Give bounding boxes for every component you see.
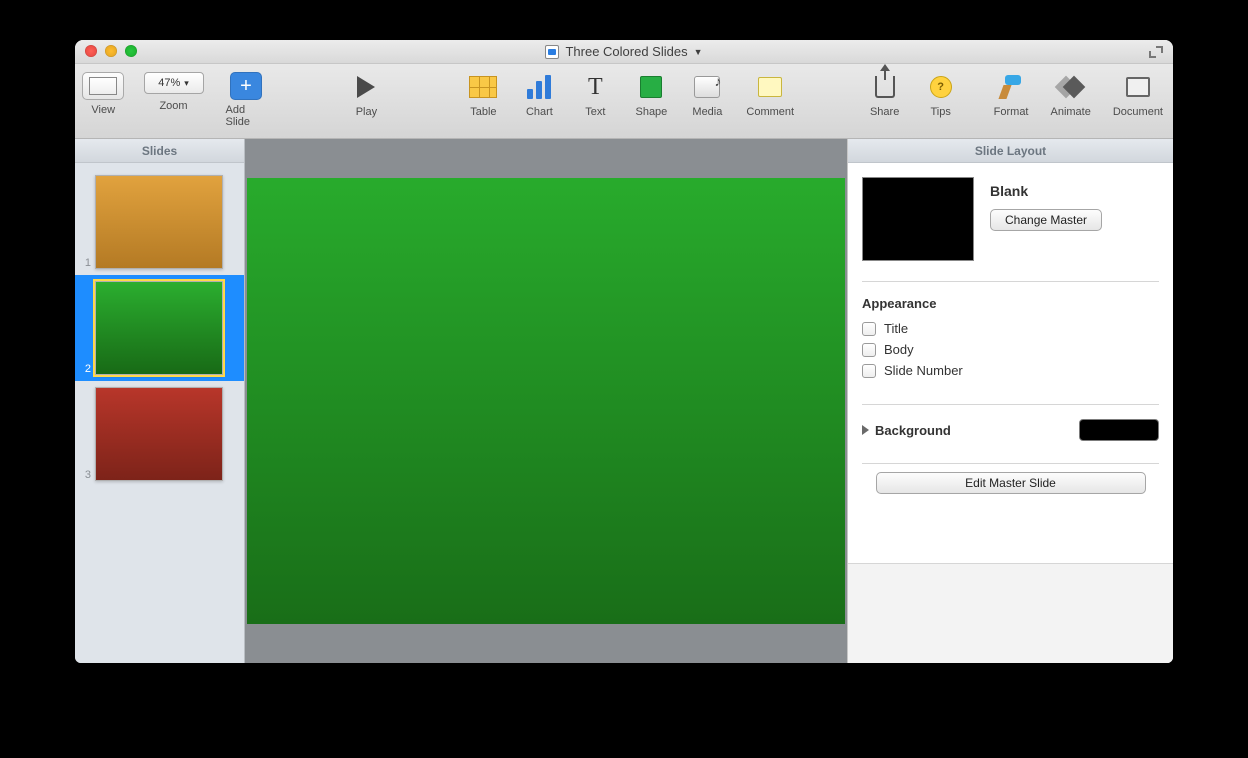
- appearance-label: Appearance: [862, 296, 1159, 311]
- current-slide[interactable]: [247, 178, 845, 624]
- play-button[interactable]: Play: [349, 72, 383, 118]
- checkbox-icon[interactable]: [862, 322, 876, 336]
- chevron-right-icon: [862, 425, 869, 435]
- document-button[interactable]: Document: [1113, 72, 1163, 118]
- background-section: Background: [862, 404, 1159, 441]
- view-button[interactable]: View: [85, 72, 122, 128]
- slide-number: 2: [79, 363, 91, 375]
- chart-icon: [523, 72, 555, 102]
- zoom-label: Zoom: [159, 100, 187, 112]
- appearance-section: Appearance Title Body Slide Number: [862, 281, 1159, 384]
- add-slide-button[interactable]: + Add Slide: [226, 72, 267, 128]
- slide-number: 1: [79, 257, 91, 269]
- share-icon: [869, 72, 901, 102]
- play-icon: [350, 72, 382, 102]
- play-label: Play: [356, 106, 377, 118]
- document-icon: [545, 45, 559, 59]
- toolbar: View 47% ▾ Zoom + Add Slide Play: [75, 64, 1173, 139]
- zoom-value: 47%: [158, 77, 180, 89]
- title-checkbox-row[interactable]: Title: [862, 321, 1159, 336]
- background-label: Background: [875, 423, 951, 438]
- body-check-label: Body: [884, 342, 914, 357]
- format-label: Format: [994, 106, 1029, 118]
- table-icon: [467, 72, 499, 102]
- window-controls: [85, 45, 137, 57]
- master-name: Blank: [990, 183, 1102, 199]
- plus-icon: +: [230, 72, 262, 100]
- app-window: Three Colored Slides ▼ View 47% ▾ Zoom +…: [75, 40, 1173, 663]
- animate-label: Animate: [1051, 106, 1091, 118]
- checkbox-icon[interactable]: [862, 343, 876, 357]
- media-label: Media: [692, 106, 722, 118]
- tips-button[interactable]: ? Tips: [924, 72, 958, 118]
- tips-label: Tips: [930, 106, 950, 118]
- titlebar: Three Colored Slides ▼: [75, 40, 1173, 64]
- chart-button[interactable]: Chart: [522, 72, 556, 118]
- main-body: Slides 1 2 3 Slide Layout: [75, 139, 1173, 663]
- view-label: View: [91, 104, 115, 116]
- comment-label: Comment: [746, 106, 794, 118]
- slide-preview: [95, 387, 223, 481]
- close-icon[interactable]: [85, 45, 97, 57]
- comment-button[interactable]: Comment: [746, 72, 794, 118]
- chevron-down-icon: ▾: [184, 78, 189, 89]
- checkbox-icon[interactable]: [862, 364, 876, 378]
- zoom-select[interactable]: 47% ▾: [144, 72, 204, 94]
- slide-thumbnails: 1 2 3: [75, 163, 244, 663]
- change-master-button[interactable]: Change Master: [990, 209, 1102, 231]
- text-icon: T: [579, 72, 611, 102]
- table-label: Table: [470, 106, 496, 118]
- tips-icon: ?: [925, 72, 957, 102]
- format-button[interactable]: Format: [994, 72, 1029, 118]
- format-icon: [995, 72, 1027, 102]
- fullscreen-icon[interactable]: [1149, 46, 1163, 58]
- slide-thumb-2[interactable]: 2: [75, 275, 244, 381]
- chart-label: Chart: [526, 106, 553, 118]
- shape-icon: [635, 72, 667, 102]
- minimize-icon[interactable]: [105, 45, 117, 57]
- slide-thumb-1[interactable]: 1: [75, 169, 244, 275]
- inspector-panel: Slide Layout Blank Change Master Appeara…: [847, 139, 1173, 663]
- title-check-label: Title: [884, 321, 908, 336]
- edit-master-slide-button[interactable]: Edit Master Slide: [876, 472, 1146, 494]
- window-title-text: Three Colored Slides: [565, 44, 687, 59]
- slide-thumb-3[interactable]: 3: [75, 381, 244, 487]
- shape-label: Shape: [635, 106, 667, 118]
- slide-preview: [95, 175, 223, 269]
- text-button[interactable]: T Text: [578, 72, 612, 118]
- background-disclosure[interactable]: Background: [862, 423, 951, 438]
- media-button[interactable]: Media: [690, 72, 724, 118]
- sidebar-header: Slides: [75, 139, 244, 163]
- canvas-area[interactable]: [245, 139, 847, 663]
- share-label: Share: [870, 106, 899, 118]
- text-label: Text: [585, 106, 605, 118]
- body-checkbox-row[interactable]: Body: [862, 342, 1159, 357]
- window-title: Three Colored Slides ▼: [545, 44, 702, 59]
- slide-number-check-label: Slide Number: [884, 363, 963, 378]
- slide-number: 3: [79, 469, 91, 481]
- inspector-header: Slide Layout: [848, 139, 1173, 163]
- zoom-icon[interactable]: [125, 45, 137, 57]
- master-preview: [862, 177, 974, 261]
- master-row: Blank Change Master: [862, 177, 1159, 261]
- animate-icon: [1055, 72, 1087, 102]
- shape-button[interactable]: Shape: [634, 72, 668, 118]
- share-button[interactable]: Share: [868, 72, 902, 118]
- view-icon: [82, 72, 124, 100]
- media-icon: [691, 72, 723, 102]
- page-icon: [1122, 72, 1154, 102]
- table-button[interactable]: Table: [466, 72, 500, 118]
- slides-sidebar: Slides 1 2 3: [75, 139, 245, 663]
- slide-preview: [95, 281, 223, 375]
- slide-number-checkbox-row[interactable]: Slide Number: [862, 363, 1159, 378]
- document-label: Document: [1113, 106, 1163, 118]
- title-dropdown-icon[interactable]: ▼: [694, 47, 703, 57]
- animate-button[interactable]: Animate: [1051, 72, 1091, 118]
- add-slide-label: Add Slide: [226, 104, 267, 128]
- inspector-footer: [848, 563, 1173, 663]
- background-swatch[interactable]: [1079, 419, 1159, 441]
- comment-icon: [754, 72, 786, 102]
